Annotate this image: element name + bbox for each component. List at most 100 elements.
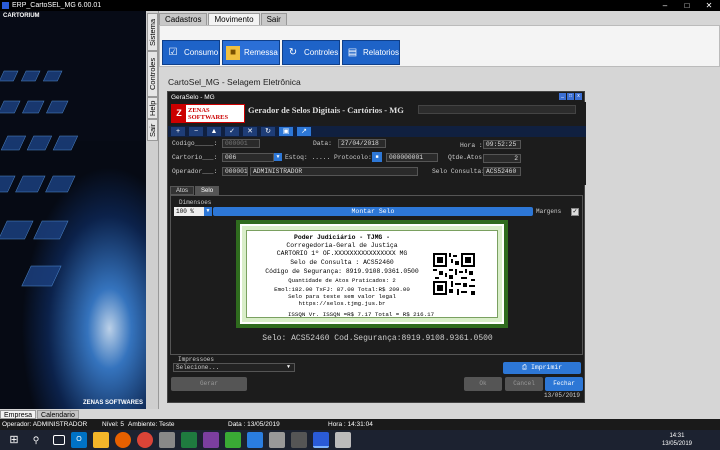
app-icon-dark[interactable] — [291, 432, 307, 448]
cancel-button[interactable]: Cancel — [505, 377, 543, 391]
file-explorer-icon[interactable] — [93, 432, 109, 448]
tab-calendario[interactable]: Calendario — [37, 410, 79, 419]
selo-certificate: Poder Judiciário - TJMG - Corregedoria-G… — [236, 220, 508, 328]
relatorios-button[interactable]: ▤ Relatorios — [342, 40, 400, 65]
tab-atos[interactable]: Atos — [170, 186, 195, 195]
minimize-icon[interactable]: – — [654, 0, 676, 11]
cert-line-corregedoria: Corregedoria-Geral de Justiça — [286, 242, 398, 249]
status-operador: Operador: ADMINISTRADOR — [2, 421, 88, 428]
cartosel-app-icon[interactable] — [313, 432, 329, 448]
outlook-icon[interactable]: O — [71, 432, 87, 448]
maximize-icon[interactable]: □ — [676, 0, 698, 11]
zoom-select[interactable]: 100 % — [174, 207, 204, 216]
tab-selo[interactable]: Selo — [195, 186, 220, 195]
fechar-button[interactable]: Fechar — [545, 377, 583, 391]
up-icon[interactable]: ▲ — [207, 127, 221, 136]
page-subtitle: CartoSel_MG - Selagem Eletrônica — [168, 77, 301, 87]
codigo-field[interactable]: 000001 — [222, 139, 260, 148]
montar-selo-button[interactable]: Montar Selo — [213, 207, 533, 216]
dialog-minimize-icon[interactable]: _ — [559, 93, 566, 100]
ribbon-toolbar: ☑ Consumo ■ Remessa ↻ Controles ▤ Relato… — [159, 25, 720, 67]
imprimir-label: Imprimir — [530, 364, 563, 371]
main-area: Cadastros Movimento Sair ☑ Consumo ■ Rem… — [159, 11, 720, 409]
app-icon-light[interactable] — [335, 432, 351, 448]
qtde-field[interactable]: 2 — [483, 154, 521, 163]
tab-empresa[interactable]: Empresa — [0, 410, 37, 419]
app-icon — [2, 2, 9, 9]
protocolo-field[interactable]: 000000001 — [386, 153, 438, 162]
status-bar: Operador: ADMINISTRADOR Nível: 5 Ambient… — [0, 419, 720, 430]
qr-code-image — [433, 253, 475, 295]
vtab-controles[interactable]: Controles — [147, 51, 158, 97]
tab-cadastros[interactable]: Cadastros — [159, 13, 208, 25]
cancel-icon[interactable]: ✕ — [243, 127, 257, 136]
vtab-help[interactable]: Help — [147, 97, 158, 119]
zenas-logo: Z ZENAS SOFTWARES — [171, 104, 245, 123]
selo-consulta-field[interactable]: ACS52460 — [483, 167, 521, 176]
vtab-sair[interactable]: Sair — [147, 119, 158, 141]
operador-label: Operador___: — [172, 168, 218, 175]
cartorio-label: Cartorio___: — [172, 154, 218, 161]
search-protocolo-icon[interactable]: ■ — [372, 152, 382, 162]
header-display-box — [418, 105, 576, 114]
confirm-icon[interactable]: ✓ — [225, 127, 239, 136]
grid-icon[interactable]: ▣ — [279, 127, 293, 136]
remove-icon[interactable]: − — [189, 127, 203, 136]
operador-code-field[interactable]: 000001 — [222, 167, 248, 176]
refresh-icon[interactable]: ↻ — [261, 127, 275, 136]
impressoes-select[interactable]: Selecione... — [173, 363, 295, 372]
relatorios-label: Relatorios — [362, 48, 399, 57]
cartorio-field[interactable]: 006 — [222, 153, 274, 162]
window-titlebar: ERP_CartoSEL_MG 6.00.01 – □ ✕ — [0, 0, 720, 11]
gerar-button[interactable]: Gerar — [171, 377, 247, 391]
windows-start-icon[interactable]: ⊞ — [6, 432, 22, 448]
task-view-icon[interactable] — [53, 435, 65, 445]
firefox-icon[interactable] — [115, 432, 131, 448]
selo-info-line: Selo: ACS52460 Cod.Segurança:8919.9108.9… — [262, 334, 493, 343]
impressoes-label: Impressoes — [178, 356, 215, 363]
consumo-button[interactable]: ☑ Consumo — [162, 40, 220, 65]
search-icon[interactable]: ⚲ — [28, 432, 44, 448]
os-taskbar: ⊞ ⚲ O 14:31 13/05/2019 — [0, 430, 720, 450]
app-icon-grey[interactable] — [159, 432, 175, 448]
cert-line-quantidade: Quantidade de Atos Praticados: 2 — [288, 277, 396, 284]
remessa-button[interactable]: ■ Remessa — [222, 40, 280, 65]
zoom-dropdown-icon[interactable]: ▼ — [204, 207, 212, 216]
refresh-icon: ↻ — [288, 46, 298, 58]
cursor-icon[interactable]: ↗ — [297, 127, 311, 136]
ok-button[interactable]: Ok — [464, 377, 502, 391]
dialog-titlebar: GeraSelo - MG _ □ x — [168, 92, 584, 102]
footer-brand: ZENAS SOFTWARES — [82, 400, 143, 406]
cert-line-selo-consulta: Selo de Consulta : ACS52460 — [290, 259, 394, 266]
impressoes-dropdown-icon[interactable]: ▼ — [287, 364, 290, 370]
app-icon-grey2[interactable] — [269, 432, 285, 448]
data-field[interactable]: 27/04/2018 — [338, 139, 386, 148]
clock-time: 14:31 — [669, 433, 685, 439]
imprimir-button[interactable]: ⎙ Imprimir — [503, 362, 581, 374]
dialog-maximize-icon[interactable]: □ — [567, 93, 574, 100]
selo-panel: Dimensoes 100 % ▼ Montar Selo Margens ✓ … — [170, 195, 583, 355]
excel-icon[interactable] — [181, 432, 197, 448]
controles-button[interactable]: ↻ Controles — [282, 40, 340, 65]
cartorio-dropdown-icon[interactable]: ▼ — [274, 153, 282, 161]
hora-field[interactable]: 09:52:25 — [483, 140, 521, 149]
dimensoes-label: Dimensoes — [179, 199, 212, 206]
dialog-title: GeraSelo - MG — [171, 93, 215, 101]
add-icon[interactable]: + — [171, 127, 185, 136]
vtab-sistema[interactable]: Sistema — [147, 13, 158, 51]
close-icon[interactable]: ✕ — [698, 0, 720, 11]
chrome-icon[interactable] — [137, 432, 153, 448]
bottom-tabs: Empresa Calendario — [0, 409, 720, 419]
app-icon-blue[interactable] — [247, 432, 263, 448]
brand-label: CARTORIUM — [3, 13, 40, 19]
operador-name-field[interactable]: ADMINISTRADOR — [250, 167, 418, 176]
app-icon-green[interactable] — [225, 432, 241, 448]
taskbar-clock[interactable]: 14:31 13/05/2019 — [662, 432, 692, 448]
margens-checkbox[interactable]: ✓ — [571, 208, 579, 216]
app-icon-purple[interactable] — [203, 432, 219, 448]
qtde-label: Qtde.Atos: — [448, 154, 486, 161]
dialog-close-icon[interactable]: x — [575, 93, 582, 100]
cert-line-cartorio: CARTORIO 1º OF.XXXXXXXXXXXXXXXX MG — [276, 250, 408, 257]
tab-sair[interactable]: Sair — [260, 13, 287, 25]
tab-movimento[interactable]: Movimento — [208, 13, 260, 25]
